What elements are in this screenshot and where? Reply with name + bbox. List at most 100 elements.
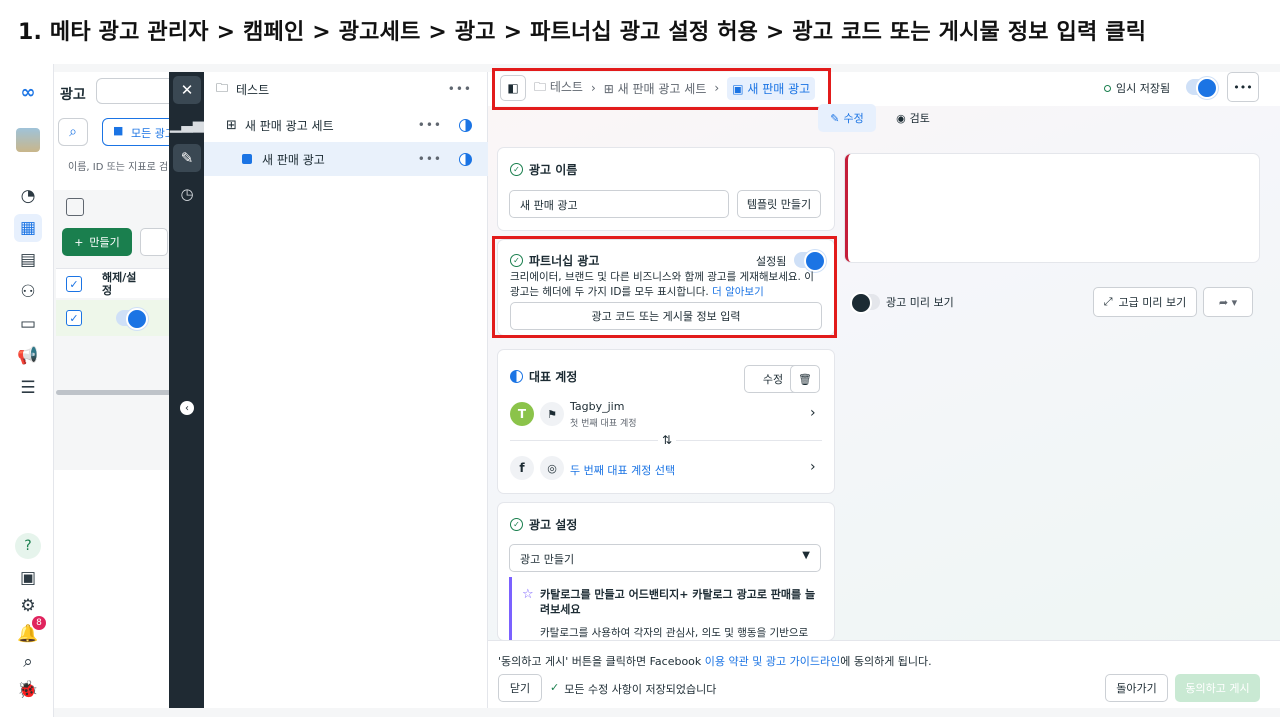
trash-icon[interactable]: 🗑 — [790, 365, 820, 393]
ad-name-input[interactable]: 새 판매 광고 — [509, 190, 729, 218]
close-icon[interactable]: ✕ — [173, 76, 201, 104]
meta-logo-icon[interactable]: ∞ — [14, 78, 42, 106]
promo-title: 카탈로그를 만들고 어드밴티지+ 카탈로그 광고로 판매를 늘려보세요 — [540, 588, 816, 616]
swap-icon[interactable]: ⇅ — [658, 433, 677, 447]
help-icon[interactable]: ? — [15, 533, 41, 559]
terms-link[interactable]: 이용 약관 및 광고 가이드라인 — [705, 655, 840, 668]
search-icon[interactable]: ⌕ — [14, 648, 42, 676]
menu-icon[interactable]: ☰ — [14, 374, 42, 402]
star-icon: ☆ — [522, 587, 534, 602]
instruction-title: 1. 메타 광고 관리자 > 캠페인 > 광고세트 > 광고 > 파트너십 광고… — [18, 20, 1147, 45]
billing-icon[interactable]: ▭ — [14, 310, 42, 338]
row-checkbox[interactable]: ✓ — [66, 310, 82, 326]
ads-manager-panel: 광고 ⌕ ■ 모든 광고 이름, ID 또는 지표로 검 + 만들기 ✓ 해제/설정… — [54, 72, 182, 708]
chevron-right-icon[interactable]: › — [810, 459, 816, 475]
pencil-icon: ✎ — [830, 111, 840, 125]
flag-icon: ⚑ — [540, 402, 564, 426]
second-account-select[interactable]: 두 번째 대표 계정 선택 — [570, 462, 675, 478]
ad-setup-card: ✓ 광고 설정 광고 만들기 ▼ ☆ 카탈로그를 만들고 어드밴티지+ 카탈로그 광… — [498, 503, 834, 640]
eye-icon: ◉ — [896, 111, 906, 125]
tab-edit-label: 수정 — [843, 112, 864, 125]
ad-setup-title: 광고 설정 — [529, 518, 578, 532]
tree-adset-label: 새 판매 광고 세트 — [244, 118, 334, 133]
identity-title: 대표 계정 — [529, 370, 578, 384]
ad-icon — [242, 154, 252, 164]
adset-more-icon[interactable]: ••• — [418, 118, 442, 132]
ad-setup-dropdown[interactable]: 광고 만들기 ▼ — [509, 544, 821, 572]
charts-icon[interactable]: ▁▃▅ — [170, 110, 205, 138]
promo-body: 카탈로그를 사용하여 각자의 관심사, 의도 및 행동을 기반으로 — [540, 627, 809, 639]
half-circle-icon — [510, 370, 523, 383]
create-button[interactable]: + 만들기 — [62, 228, 132, 256]
audiences-icon[interactable]: ⚇ — [14, 278, 42, 306]
terms-suffix: 에 동의하게 됩니다. — [840, 655, 932, 668]
dashboard-icon[interactable]: ◔ — [14, 182, 42, 210]
avatar: T — [510, 402, 534, 426]
draft-status: 임시 저장됨 — [1104, 80, 1170, 96]
export-icon[interactable] — [66, 198, 84, 216]
editor-toolbar: ✕ ▁▃▅ ✎ ◷ ‹ — [169, 72, 204, 708]
ad-more-icon[interactable]: ••• — [418, 152, 442, 166]
edit-pencil-icon[interactable]: ✎ — [173, 144, 201, 172]
close-button[interactable]: 닫기 — [498, 674, 542, 702]
horizontal-scrollbar[interactable] — [56, 390, 171, 395]
search-hint: 이름, ID 또는 지표로 검 — [68, 162, 169, 173]
create-label: 만들기 — [89, 236, 120, 249]
campaign-more-icon[interactable]: ••• — [448, 82, 472, 96]
tree-adset-row[interactable]: ⊞ 새 판매 광고 세트 ••• — [204, 108, 488, 142]
tree-ad-row[interactable]: 새 판매 광고 ••• — [204, 142, 488, 176]
advanced-preview-button[interactable]: ⤢ 고급 미리 보기 — [1093, 287, 1197, 317]
duplicate-button[interactable] — [140, 228, 168, 256]
campaigns-table-icon[interactable]: ▦ — [14, 214, 42, 242]
tree-campaign-row[interactable]: 🗀 테스트 ••• — [204, 72, 488, 106]
tree-ad-label: 새 판매 광고 — [262, 152, 325, 167]
notifications-bell-icon[interactable]: 🔔 8 — [14, 616, 46, 648]
check-circle-icon: ✓ — [510, 163, 523, 176]
adset-grid-icon: ⊞ — [226, 117, 237, 133]
ad-name-title: 광고 이름 — [529, 163, 578, 177]
news-icon[interactable]: ▣ — [14, 564, 42, 592]
notification-badge: 8 — [32, 616, 46, 630]
date-range-picker[interactable] — [96, 78, 176, 104]
share-arrow-icon: ➦ ▾ — [1218, 295, 1238, 309]
folder-icon: 🗀 — [216, 80, 229, 95]
table-row[interactable]: ✓ — [56, 300, 174, 336]
facebook-icon: f — [510, 456, 534, 480]
row-onoff-toggle[interactable] — [116, 308, 148, 330]
plus-icon: + — [74, 235, 84, 249]
editor-footer: '동의하고 게시' 버튼을 클릭하면 Facebook 이용 약관 및 광고 가… — [488, 640, 1280, 708]
first-account-name: Tagby_jim — [570, 400, 625, 413]
ads-manager-title: 광고 — [60, 87, 86, 103]
tree-campaign-label: 테스트 — [236, 82, 270, 97]
ad-setup-dropdown-value: 광고 만들기 — [520, 553, 575, 566]
draft-toggle[interactable] — [1186, 77, 1218, 99]
account-avatar[interactable] — [14, 126, 42, 154]
folder-icon: ■ — [113, 124, 124, 137]
first-account-sub: 첫 번째 대표 계정 — [570, 419, 637, 429]
more-options-button[interactable]: ••• — [1227, 72, 1259, 102]
catalog-promo: ☆ 카탈로그를 만들고 어드밴티지+ 카탈로그 광고로 판매를 늘려보세요 카탈… — [509, 577, 821, 640]
left-rail: ∞ ◔ ▦ ▤ ⚇ ▭ 📢 ☰ ? ▣ ⚙ 🔔 8 ⌕ 🐞 — [0, 64, 54, 717]
search-button[interactable]: ⌕ — [58, 118, 88, 146]
tab-edit[interactable]: ✎ 수정 — [818, 104, 876, 132]
pages-icon[interactable]: ▤ — [14, 246, 42, 274]
highlight-partnership — [492, 236, 837, 338]
chevron-right-icon[interactable]: › — [810, 405, 816, 421]
check-circle-icon: ✓ — [510, 518, 523, 531]
share-dropdown-button[interactable]: ➦ ▾ — [1203, 287, 1253, 317]
onoff-column-header: 해제/설정 — [102, 271, 137, 297]
publish-button[interactable]: 동의하고 게시 — [1175, 674, 1260, 702]
history-clock-icon[interactable]: ◷ — [173, 180, 201, 208]
select-all-checkbox[interactable]: ✓ — [66, 276, 82, 292]
collapse-chevron-icon[interactable]: ‹ — [173, 394, 201, 422]
campaign-tree: 🗀 테스트 ••• ⊞ 새 판매 광고 세트 ••• 새 판매 광고 ••• — [204, 72, 488, 708]
back-button[interactable]: 돌아가기 — [1105, 674, 1168, 702]
adset-status-icon — [459, 118, 472, 132]
table-header: ✓ 해제/설정 — [56, 268, 174, 298]
megaphone-icon[interactable]: 📢 — [14, 342, 42, 370]
expand-icon: ⤢ — [1103, 295, 1113, 308]
preview-toggle[interactable] — [850, 292, 880, 314]
tab-review[interactable]: ◉ 검토 — [884, 104, 942, 132]
bug-report-icon[interactable]: 🐞 — [14, 676, 42, 704]
create-template-button[interactable]: 템플릿 만들기 — [737, 190, 821, 218]
